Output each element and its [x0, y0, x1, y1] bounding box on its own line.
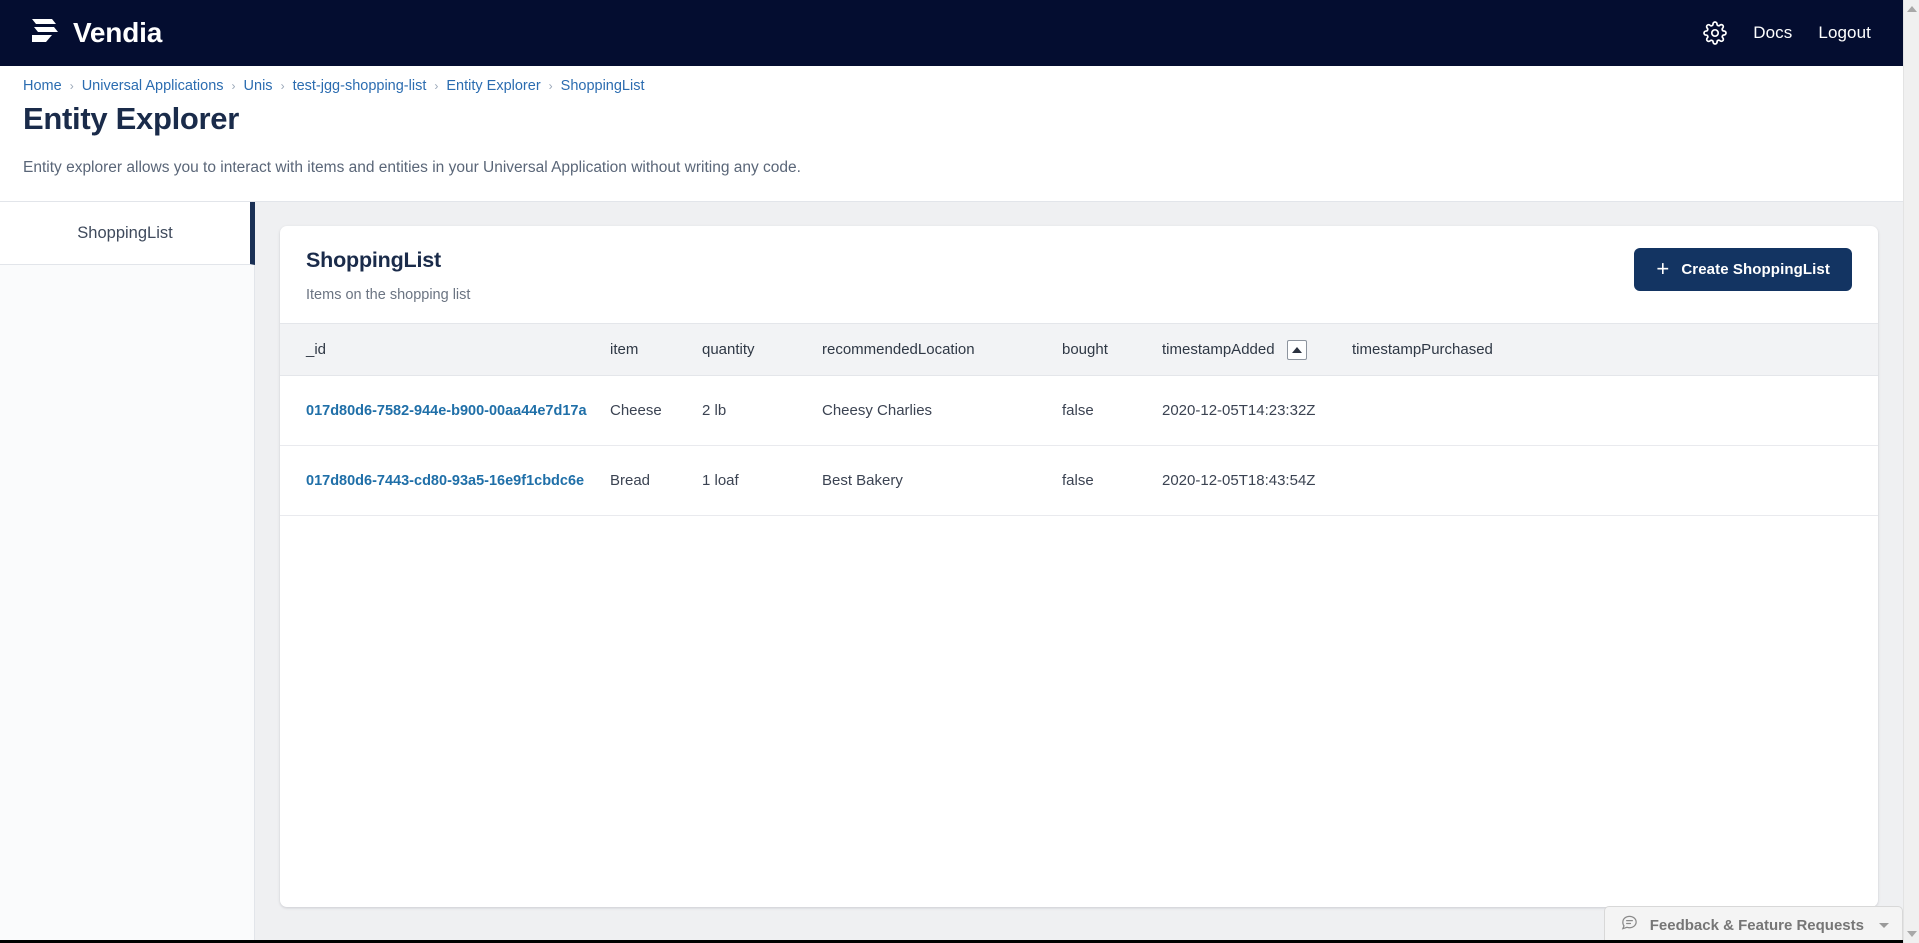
cell-timestampadded: 2020-12-05T14:23:32Z — [1162, 402, 1316, 419]
gear-icon[interactable] — [1703, 21, 1728, 45]
entity-id-link[interactable]: 017d80d6-7443-cd80-93a5-16e9f1cbdc6e — [306, 473, 584, 489]
cell-id: 017d80d6-7582-944e-b900-00aa44e7d17a — [280, 376, 610, 446]
column-header-label: bought — [1062, 341, 1108, 358]
breadcrumb-item-home[interactable]: Home — [23, 78, 62, 94]
column-header-label: timestampPurchased — [1352, 341, 1493, 358]
page-body: ShoppingList ShoppingList Items on the s… — [0, 202, 1903, 943]
table-header-row: _id item quantity recommendedLocation bo… — [280, 323, 1878, 376]
scroll-down-arrow-icon[interactable] — [1906, 931, 1917, 937]
table-row[interactable]: 017d80d6-7582-944e-b900-00aa44e7d17a Che… — [280, 375, 1878, 446]
column-header-item[interactable]: item — [610, 324, 702, 376]
cell-bought: false — [1062, 472, 1094, 489]
column-header-timestampadded[interactable]: timestampAdded — [1162, 324, 1352, 376]
breadcrumb-item-universal-applications[interactable]: Universal Applications — [82, 78, 224, 94]
breadcrumb-separator-icon: › — [434, 79, 439, 93]
top-nav-actions: Docs Logout — [1703, 21, 1879, 45]
cell-recommendedlocation: Cheesy Charlies — [822, 402, 933, 419]
card-title: ShoppingList — [306, 248, 441, 272]
cell-bought: false — [1062, 402, 1094, 419]
sidebar-item-label: ShoppingList — [77, 223, 173, 242]
breadcrumb-separator-icon: › — [231, 79, 236, 93]
entity-id-link[interactable]: 017d80d6-7582-944e-b900-00aa44e7d17a — [306, 403, 587, 419]
feedback-label: Feedback & Feature Requests — [1649, 916, 1864, 934]
column-header-id[interactable]: _id — [280, 324, 610, 376]
speech-bubble-icon — [1620, 913, 1639, 937]
docs-link[interactable]: Docs — [1753, 23, 1792, 43]
page-scrollbar[interactable] — [1903, 0, 1919, 943]
column-header-timestamppurchased[interactable]: timestampPurchased — [1352, 324, 1878, 376]
breadcrumb-item-shoppinglist[interactable]: ShoppingList — [561, 78, 645, 94]
create-shoppinglist-button[interactable]: + Create ShoppingList — [1634, 248, 1852, 291]
breadcrumb: Home › Universal Applications › Unis › t… — [0, 66, 1903, 94]
column-header-recommendedlocation[interactable]: recommendedLocation — [822, 324, 1062, 376]
breadcrumb-item-uni-name[interactable]: test-jgg-shopping-list — [293, 78, 427, 94]
column-header-label: timestampAdded — [1162, 341, 1275, 358]
vendia-brand-home-link[interactable]: Vendia — [30, 17, 162, 50]
sort-ascending-icon[interactable] — [1286, 339, 1307, 360]
breadcrumb-item-entity-explorer[interactable]: Entity Explorer — [446, 78, 540, 94]
chevron-down-icon[interactable] — [1879, 922, 1889, 928]
vendia-logo-icon — [30, 17, 60, 50]
breadcrumb-separator-icon: › — [280, 79, 285, 93]
page-title: Entity Explorer — [23, 101, 239, 136]
entity-table: _id item quantity recommendedLocation bo… — [280, 323, 1878, 516]
plus-icon: + — [1656, 255, 1670, 281]
cell-item: Bread — [610, 472, 651, 489]
cell-item: Cheese — [610, 402, 662, 419]
column-header-quantity[interactable]: quantity — [702, 324, 822, 376]
brand-name: Vendia — [73, 17, 163, 48]
entity-sidebar: ShoppingList — [0, 202, 255, 943]
column-header-label: item — [610, 341, 639, 358]
sidebar-empty-area — [0, 265, 254, 943]
page-description: Entity explorer allows you to interact w… — [23, 159, 801, 177]
cell-quantity: 1 loaf — [702, 472, 739, 489]
main-content: ShoppingList Items on the shopping list … — [255, 202, 1903, 943]
breadcrumb-separator-icon: › — [69, 79, 74, 93]
card-subtitle: Items on the shopping list — [306, 287, 471, 303]
column-header-label: recommendedLocation — [822, 341, 975, 358]
cell-quantity: 2 lb — [702, 402, 727, 419]
sidebar-item-shoppinglist[interactable]: ShoppingList — [0, 202, 255, 265]
cell-timestampadded: 2020-12-05T18:43:54Z — [1162, 472, 1316, 489]
card-header: ShoppingList Items on the shopping list … — [280, 226, 1878, 323]
column-header-content: timestampAdded — [1162, 339, 1344, 360]
column-header-label: quantity — [702, 341, 755, 358]
table-body: 017d80d6-7582-944e-b900-00aa44e7d17a Che… — [280, 375, 1878, 516]
breadcrumb-item-unis[interactable]: Unis — [244, 78, 273, 94]
cell-id: 017d80d6-7443-cd80-93a5-16e9f1cbdc6e — [280, 446, 610, 516]
caret-up-glyph — [1291, 346, 1302, 353]
page-header: Entity Explorer Entity explorer allows y… — [0, 100, 1903, 179]
cell-recommendedlocation: Best Bakery — [822, 472, 903, 489]
table-header: _id item quantity recommendedLocation bo… — [280, 323, 1878, 376]
feedback-widget-button[interactable]: Feedback & Feature Requests — [1603, 906, 1903, 943]
card-title-group: ShoppingList Items on the shopping list — [306, 248, 1634, 303]
cell-timestamppurchased — [1352, 446, 1878, 516]
entity-table-container: _id item quantity recommendedLocation bo… — [280, 323, 1878, 907]
table-row[interactable]: 017d80d6-7443-cd80-93a5-16e9f1cbdc6e Bre… — [280, 445, 1878, 516]
breadcrumb-separator-icon: › — [548, 79, 553, 93]
entity-card: ShoppingList Items on the shopping list … — [280, 226, 1878, 907]
cell-timestamppurchased — [1352, 376, 1878, 446]
column-header-bought[interactable]: bought — [1062, 324, 1162, 376]
app-root: Vendia Docs Logout Home › Universal Appl… — [0, 0, 1919, 943]
top-navigation-bar: Vendia Docs Logout — [0, 0, 1903, 66]
column-header-label: _id — [306, 341, 327, 358]
logout-link[interactable]: Logout — [1818, 23, 1871, 43]
scroll-up-arrow-icon[interactable] — [1906, 6, 1917, 12]
create-button-label: Create ShoppingList — [1681, 261, 1830, 278]
